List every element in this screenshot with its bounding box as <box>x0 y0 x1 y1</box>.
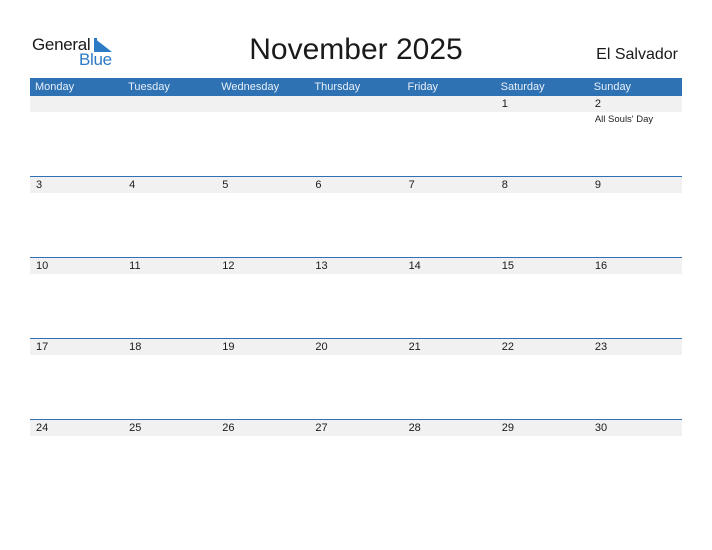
day-cell: 21 <box>403 339 496 420</box>
day-number: 4 <box>129 179 136 191</box>
day-number: 2 <box>594 98 601 110</box>
day-number: 20 <box>315 341 328 353</box>
day-number: 16 <box>594 260 608 272</box>
day-number: 27 <box>315 422 328 434</box>
day-number: 18 <box>129 341 142 353</box>
day-number: 24 <box>36 422 49 434</box>
day-number: 8 <box>501 179 508 191</box>
day-cell: 29 <box>496 420 589 501</box>
day-cell: 19 <box>216 339 309 420</box>
day-number: 15 <box>501 260 514 272</box>
day-cell: 8 <box>496 177 589 258</box>
weekday-sunday: Sunday <box>593 81 632 93</box>
day-cell: 7 <box>403 177 496 258</box>
day-cell: 24 <box>30 420 123 501</box>
day-number: 22 <box>501 341 514 353</box>
day-cell: 27 <box>309 420 402 501</box>
day-number: 1 <box>501 98 508 110</box>
day-cell: 4 <box>123 177 216 258</box>
day-cell <box>216 96 309 177</box>
day-cell: 25 <box>123 420 216 501</box>
day-cell: 3 <box>30 177 123 258</box>
week-row: 24 25 26 27 28 29 30 <box>30 419 682 501</box>
day-number: 5 <box>222 179 229 191</box>
day-cell: 17 <box>30 339 123 420</box>
day-cell: 28 <box>403 420 496 501</box>
day-number: 9 <box>594 179 601 191</box>
day-cell: 20 <box>309 339 402 420</box>
day-cell: 13 <box>309 258 402 339</box>
weekday-tuesday: Tuesday <box>128 81 170 93</box>
day-cell: 26 <box>216 420 309 501</box>
day-number: 11 <box>129 260 141 272</box>
day-cell: 6 <box>309 177 402 258</box>
day-number: 12 <box>222 260 235 272</box>
day-cell <box>123 96 216 177</box>
week-row: 1 2 All Souls' Day <box>30 96 682 177</box>
weekday-header: Monday Tuesday Wednesday Thursday Friday… <box>30 78 682 96</box>
day-number: 25 <box>129 422 142 434</box>
day-cell: 22 <box>496 339 589 420</box>
day-number: 23 <box>594 341 608 353</box>
day-cell: 9 <box>589 177 682 258</box>
day-cell: 11 <box>123 258 216 339</box>
day-number: 30 <box>594 422 608 434</box>
day-number: 10 <box>36 260 49 272</box>
weekday-saturday: Saturday <box>500 81 545 93</box>
day-number: 6 <box>315 179 322 191</box>
day-cell: 30 <box>589 420 682 501</box>
day-number: 29 <box>501 422 514 434</box>
day-cell: 15 <box>496 258 589 339</box>
day-cell: 5 <box>216 177 309 258</box>
day-cell: 14 <box>403 258 496 339</box>
day-number: 26 <box>222 422 235 434</box>
day-cell: 2 All Souls' Day <box>589 96 682 177</box>
country-label: El Salvador <box>596 46 678 63</box>
day-number: 14 <box>408 260 421 272</box>
day-number: 28 <box>408 422 421 434</box>
weekday-thursday: Thursday <box>314 81 361 93</box>
week-row: 17 18 19 20 21 22 23 <box>30 338 682 420</box>
week-row: 3 4 5 6 7 8 9 <box>30 176 682 258</box>
day-number: 3 <box>36 179 43 191</box>
day-cell: 23 <box>589 339 682 420</box>
day-cell: 16 <box>589 258 682 339</box>
day-number: 21 <box>408 341 421 353</box>
day-cell <box>30 96 123 177</box>
day-number: 13 <box>315 260 328 272</box>
holiday-label: All Souls' Day <box>594 114 654 125</box>
week-row: 10 11 12 13 14 15 16 <box>30 257 682 339</box>
day-cell: 1 <box>496 96 589 177</box>
day-cell: 18 <box>123 339 216 420</box>
day-number: 7 <box>408 179 415 191</box>
day-cell <box>309 96 402 177</box>
day-cell: 12 <box>216 258 309 339</box>
weekday-friday: Friday <box>407 81 439 93</box>
weekday-monday: Monday <box>35 81 75 93</box>
day-cell: 10 <box>30 258 123 339</box>
day-number: 17 <box>36 341 49 353</box>
day-cell <box>403 96 496 177</box>
weekday-wednesday: Wednesday <box>221 81 280 93</box>
day-number: 19 <box>222 341 235 353</box>
